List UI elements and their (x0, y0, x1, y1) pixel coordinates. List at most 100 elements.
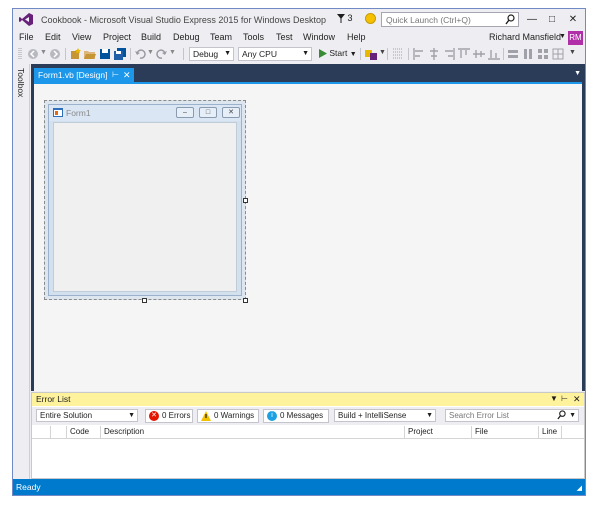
menu-view[interactable]: View (72, 32, 91, 42)
toolbox-strip: Toolbox (13, 64, 30, 479)
form-icon (53, 108, 63, 117)
configuration-value: Debug (193, 49, 219, 59)
align-tops-icon[interactable] (458, 48, 470, 60)
undo-dropdown-icon[interactable]: ▼ (147, 49, 154, 56)
tab-form1-design[interactable]: Form1.vb [Design] ⊢ ✕ (34, 68, 134, 82)
undo-icon[interactable] (134, 48, 146, 60)
column-header-select[interactable] (32, 426, 51, 439)
form1-title: Form1 (66, 108, 91, 118)
align-lefts-icon[interactable] (413, 48, 425, 60)
make-same-size-icon[interactable] (537, 48, 549, 60)
make-same-height-icon[interactable] (522, 48, 534, 60)
minimize-button[interactable]: — (523, 12, 541, 27)
form1-client-area[interactable] (53, 122, 237, 292)
scope-select[interactable]: Entire Solution ▼ (36, 409, 138, 422)
new-project-icon[interactable] (70, 48, 82, 60)
auto-hide-pin-icon[interactable]: ⊢ (561, 394, 568, 403)
user-avatar[interactable]: RM (568, 31, 583, 45)
menu-build[interactable]: Build (141, 32, 161, 42)
resize-handle-bottom-right[interactable] (243, 298, 248, 303)
close-tab-icon[interactable]: ✕ (123, 68, 131, 82)
design-surface[interactable]: Form1 – □ ✕ (34, 82, 582, 391)
warnings-count: 0 Warnings (214, 411, 255, 420)
close-panel-icon[interactable]: ✕ (573, 394, 581, 405)
tab-label: Form1.vb [Design] (38, 70, 108, 80)
standard-toolbar: ▼ ▼ ▼ Debug ▼ Any CPU ▼ Start ▼ ▼ ▼ (13, 46, 585, 63)
error-list-header: Code Description Project File Line (32, 426, 584, 439)
close-button[interactable]: ✕ (564, 12, 582, 27)
column-header-file[interactable]: File (472, 426, 539, 439)
error-list-panel: Error List ▼ ⊢ ✕ Entire Solution ▼ ✕ 0 E… (31, 392, 585, 479)
notification-count: 3 (347, 13, 353, 23)
menu-edit[interactable]: Edit (45, 32, 61, 42)
source-value: Build + IntelliSense (338, 411, 407, 420)
form1-minimize-icon: – (176, 107, 194, 118)
column-header-description[interactable]: Description (101, 426, 405, 439)
open-file-icon[interactable] (84, 48, 96, 60)
navigate-back-icon[interactable] (27, 48, 39, 60)
user-name[interactable]: Richard Mansfield (489, 32, 561, 42)
save-icon[interactable] (99, 48, 111, 60)
align-middles-icon[interactable] (473, 48, 485, 60)
status-text: Ready (16, 482, 41, 492)
menu-tools[interactable]: Tools (243, 32, 264, 42)
form1-title-bar: Form1 – □ ✕ (49, 105, 241, 121)
warnings-filter-button[interactable]: 0 Warnings (197, 409, 259, 423)
menu-team[interactable]: Team (210, 32, 232, 42)
menu-test[interactable]: Test (276, 32, 293, 42)
redo-icon[interactable] (156, 48, 168, 60)
form1-window[interactable]: Form1 – □ ✕ (48, 104, 242, 296)
column-header-line[interactable]: Line (539, 426, 562, 439)
feedback-smiley-icon[interactable] (365, 13, 376, 24)
error-search-input[interactable]: Search Error List ▼ (445, 409, 579, 422)
document-list-dropdown-icon[interactable]: ▼ (574, 70, 581, 77)
error-list-body[interactable] (32, 440, 584, 478)
solution-platform-select[interactable]: Any CPU ▼ (238, 47, 312, 61)
maximize-button[interactable]: □ (543, 12, 561, 27)
align-centers-icon[interactable] (428, 48, 440, 60)
visual-studio-logo-icon (19, 13, 33, 26)
messages-count: 0 Messages (280, 411, 324, 420)
errors-filter-button[interactable]: ✕ 0 Errors (145, 409, 193, 423)
menu-file[interactable]: File (19, 32, 34, 42)
window-position-icon[interactable]: ▼ (550, 394, 558, 403)
make-same-width-icon[interactable] (507, 48, 519, 60)
column-header-severity[interactable] (51, 426, 67, 439)
toolbar-options-icon[interactable]: ▼ (379, 49, 386, 56)
menu-help[interactable]: Help (347, 32, 366, 42)
resize-handle-bottom[interactable] (142, 298, 147, 303)
info-icon: i (267, 411, 277, 421)
pin-tab-icon[interactable]: ⊢ (112, 68, 119, 82)
start-button[interactable]: Start ▼ (319, 48, 357, 59)
document-well: Form1.vb [Design] ⊢ ✕ ▼ Form1 – □ ✕ (31, 64, 585, 391)
toolbar-overflow-icon[interactable]: ▼ (569, 49, 576, 56)
source-select[interactable]: Build + IntelliSense ▼ (334, 409, 436, 422)
align-rights-icon[interactable] (443, 48, 455, 60)
quick-launch-input[interactable]: Quick Launch (Ctrl+Q) (381, 12, 519, 27)
format-grid-icon[interactable] (392, 48, 404, 60)
resize-grip-icon[interactable]: ◢ (577, 484, 582, 492)
save-all-icon[interactable] (114, 48, 126, 60)
toolbar-separator (503, 48, 504, 60)
redo-dropdown-icon[interactable]: ▼ (169, 49, 176, 56)
error-search-placeholder: Search Error List (449, 411, 510, 420)
notifications[interactable]: 3 (337, 13, 353, 24)
toolbox-tab[interactable]: Toolbox (16, 68, 26, 97)
solution-configuration-select[interactable]: Debug ▼ (189, 47, 234, 61)
form1-designer[interactable]: Form1 – □ ✕ (44, 100, 246, 300)
solution-explorer-icon[interactable] (365, 48, 377, 60)
messages-filter-button[interactable]: i 0 Messages (263, 409, 329, 423)
resize-handle-right[interactable] (243, 198, 248, 203)
size-to-grid-icon[interactable] (552, 48, 564, 60)
column-header-project[interactable]: Project (405, 426, 472, 439)
status-bar: Ready ◢ (13, 479, 585, 495)
menu-project[interactable]: Project (103, 32, 131, 42)
navigate-forward-icon[interactable] (49, 48, 61, 60)
menu-debug[interactable]: Debug (173, 32, 200, 42)
column-header-code[interactable]: Code (67, 426, 101, 439)
scope-value: Entire Solution (40, 411, 93, 420)
user-menu-caret-icon[interactable]: ▼ (559, 33, 566, 40)
menu-window[interactable]: Window (303, 32, 335, 42)
back-dropdown-icon[interactable]: ▼ (40, 49, 47, 56)
align-bottoms-icon[interactable] (488, 48, 500, 60)
